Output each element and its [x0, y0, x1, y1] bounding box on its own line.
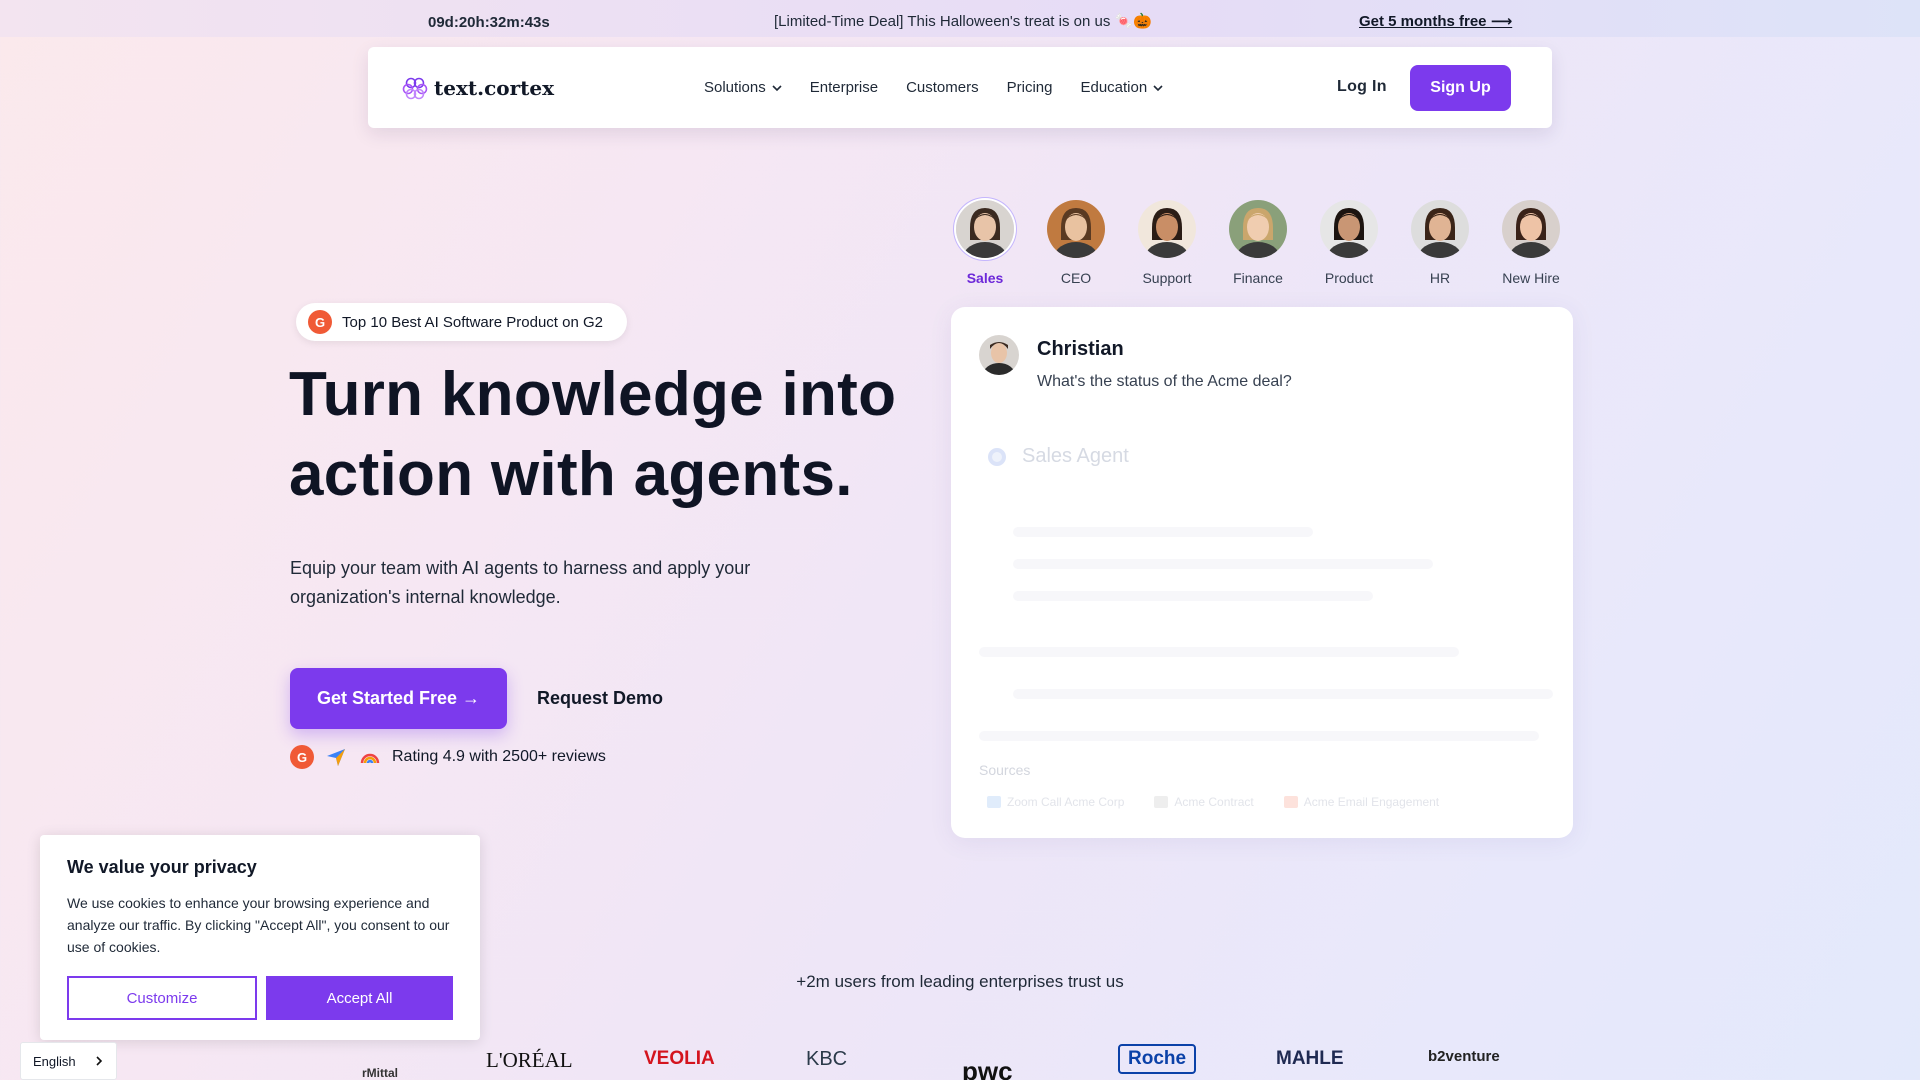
agent-name: Sales Agent [1022, 445, 1129, 467]
cookie-body: We use cookies to enhance your browsing … [67, 895, 450, 955]
nav-label: Pricing [1006, 79, 1053, 96]
hero-headline: Turn knowledge into action with agents. [289, 355, 929, 515]
badge-text: Top 10 Best AI Software Product on G2 [342, 313, 603, 331]
role-sales[interactable]: Sales [955, 200, 1015, 286]
login-link[interactable]: Log In [1337, 78, 1387, 96]
veolia-logo: VEOLIA [644, 1048, 715, 1069]
promo-banner: 09d:20h:32m:43s [Limited-Time Deal] This… [0, 0, 1920, 37]
kbc-logo: KBC [806, 1048, 848, 1070]
placeholder-line [979, 731, 1539, 741]
chevron-down-icon [772, 84, 782, 91]
chevron-down-icon [1153, 84, 1163, 91]
avatar [1502, 200, 1560, 258]
nav-label: Customers [906, 79, 979, 96]
pwc-logo: pwc [962, 1056, 1013, 1080]
role-label: HR [1429, 270, 1451, 286]
g2-badge: G Top 10 Best AI Software Product on G2 [296, 303, 627, 341]
source-item[interactable]: Zoom Call Acme Corp [987, 795, 1124, 809]
sources-label: Sources [979, 762, 1031, 778]
loreal-logo: L'ORÉAL [486, 1048, 573, 1072]
request-demo-link[interactable]: Request Demo [537, 688, 663, 709]
rating-row: G Rating 4.9 with 2500+ reviews [290, 745, 606, 769]
countdown-timer: 09d:20h:32m:43s [428, 14, 550, 31]
cookie-title: We value your privacy [67, 857, 257, 877]
placeholder-line [1013, 689, 1553, 699]
nav-label: Education [1080, 79, 1148, 96]
agent-response: Sales Agent [988, 445, 1129, 468]
source-label: Acme Contract [1174, 795, 1254, 809]
g2-icon: G [290, 745, 314, 769]
nav-label: Solutions [704, 79, 766, 96]
nav-menu: Solutions Enterprise Customers Pricing E… [704, 79, 1163, 96]
sources-list: Zoom Call Acme Corp Acme Contract Acme E… [987, 795, 1439, 809]
capterra-icon [327, 749, 345, 766]
role-selector: Sales CEO Support Finance Product HR New Hire [955, 200, 1561, 286]
role-label: Sales [966, 270, 1004, 286]
roche-logo: Roche [1118, 1044, 1197, 1074]
role-label: Finance [1233, 270, 1283, 286]
nav-label: Enterprise [809, 79, 879, 96]
avatar [1320, 200, 1378, 258]
role-label: New Hire [1502, 270, 1560, 286]
role-support[interactable]: Support [1137, 200, 1197, 286]
deal-text: [Limited-Time Deal] This Halloween's tre… [774, 13, 1152, 30]
language-label: English [33, 1053, 76, 1069]
role-product[interactable]: Product [1319, 200, 1379, 286]
role-label: Product [1324, 270, 1374, 286]
b2venture-logo: b2venture [1428, 1048, 1500, 1065]
language-selector[interactable]: English [20, 1042, 117, 1080]
chevron-right-icon [96, 1056, 103, 1066]
source-item[interactable]: Acme Contract [1154, 795, 1254, 809]
nav-customers[interactable]: Customers [906, 79, 979, 96]
role-label: Support [1142, 270, 1192, 286]
logo[interactable]: text.cortex [402, 75, 554, 101]
nav-education[interactable]: Education [1080, 79, 1163, 96]
role-hr[interactable]: HR [1410, 200, 1470, 286]
loading-icon [988, 447, 1006, 466]
nav-solutions[interactable]: Solutions [704, 79, 782, 96]
headline-line-1: Turn knowledge into [289, 360, 897, 429]
promo-link[interactable]: Get 5 months free ⟶ [1359, 12, 1512, 30]
enterprise-logos: rMittal L'ORÉAL VEOLIA KBC pwc Roche MAH… [0, 1040, 1920, 1080]
avatar [979, 335, 1019, 375]
get-started-button[interactable]: Get Started Free → [290, 668, 507, 729]
avatar [1047, 200, 1105, 258]
source-item[interactable]: Acme Email Engagement [1283, 795, 1440, 809]
chat-user-name: Christian [1037, 338, 1124, 360]
user-message: Christian What's the status of the Acme … [979, 335, 1292, 391]
role-new-hire[interactable]: New Hire [1501, 200, 1561, 286]
headline-line-2: action with agents. [289, 440, 853, 509]
source-label: Zoom Call Acme Corp [1007, 795, 1125, 809]
nav-pricing[interactable]: Pricing [1007, 79, 1053, 96]
chat-preview-card: Christian What's the status of the Acme … [951, 307, 1573, 838]
role-ceo[interactable]: CEO [1046, 200, 1106, 286]
hero-subtext: Equip your team with AI agents to harnes… [290, 558, 751, 607]
accept-all-button[interactable]: Accept All [266, 976, 453, 1020]
main-navbar: text.cortex Solutions Enterprise Custome… [368, 47, 1552, 128]
cookie-consent-dialog: We value your privacy We use cookies to … [40, 835, 480, 1040]
placeholder-line [979, 647, 1459, 657]
customize-button[interactable]: Customize [67, 976, 257, 1020]
rainbow-review-icon [360, 753, 380, 764]
placeholder-line [1013, 527, 1313, 537]
role-label: CEO [1060, 270, 1092, 286]
avatar [1229, 200, 1287, 258]
mahle-logo: MAHLE [1276, 1048, 1344, 1069]
arcelormittal-logo: rMittal [362, 1066, 398, 1080]
signup-button[interactable]: Sign Up [1410, 65, 1511, 111]
nav-enterprise[interactable]: Enterprise [810, 79, 878, 96]
g2-icon: G [308, 310, 332, 334]
brain-logo-icon [402, 77, 428, 100]
chat-message: What's the status of the Acme deal? [1037, 373, 1292, 390]
rating-text: Rating 4.9 with 2500+ reviews [392, 748, 606, 765]
avatar [1411, 200, 1469, 258]
logo-text: text.cortex [434, 76, 555, 100]
placeholder-line [1013, 591, 1373, 601]
source-label: Acme Email Engagement [1303, 795, 1440, 809]
placeholder-line [1013, 559, 1433, 569]
role-finance[interactable]: Finance [1228, 200, 1288, 286]
avatar [956, 200, 1014, 258]
avatar [1138, 200, 1196, 258]
